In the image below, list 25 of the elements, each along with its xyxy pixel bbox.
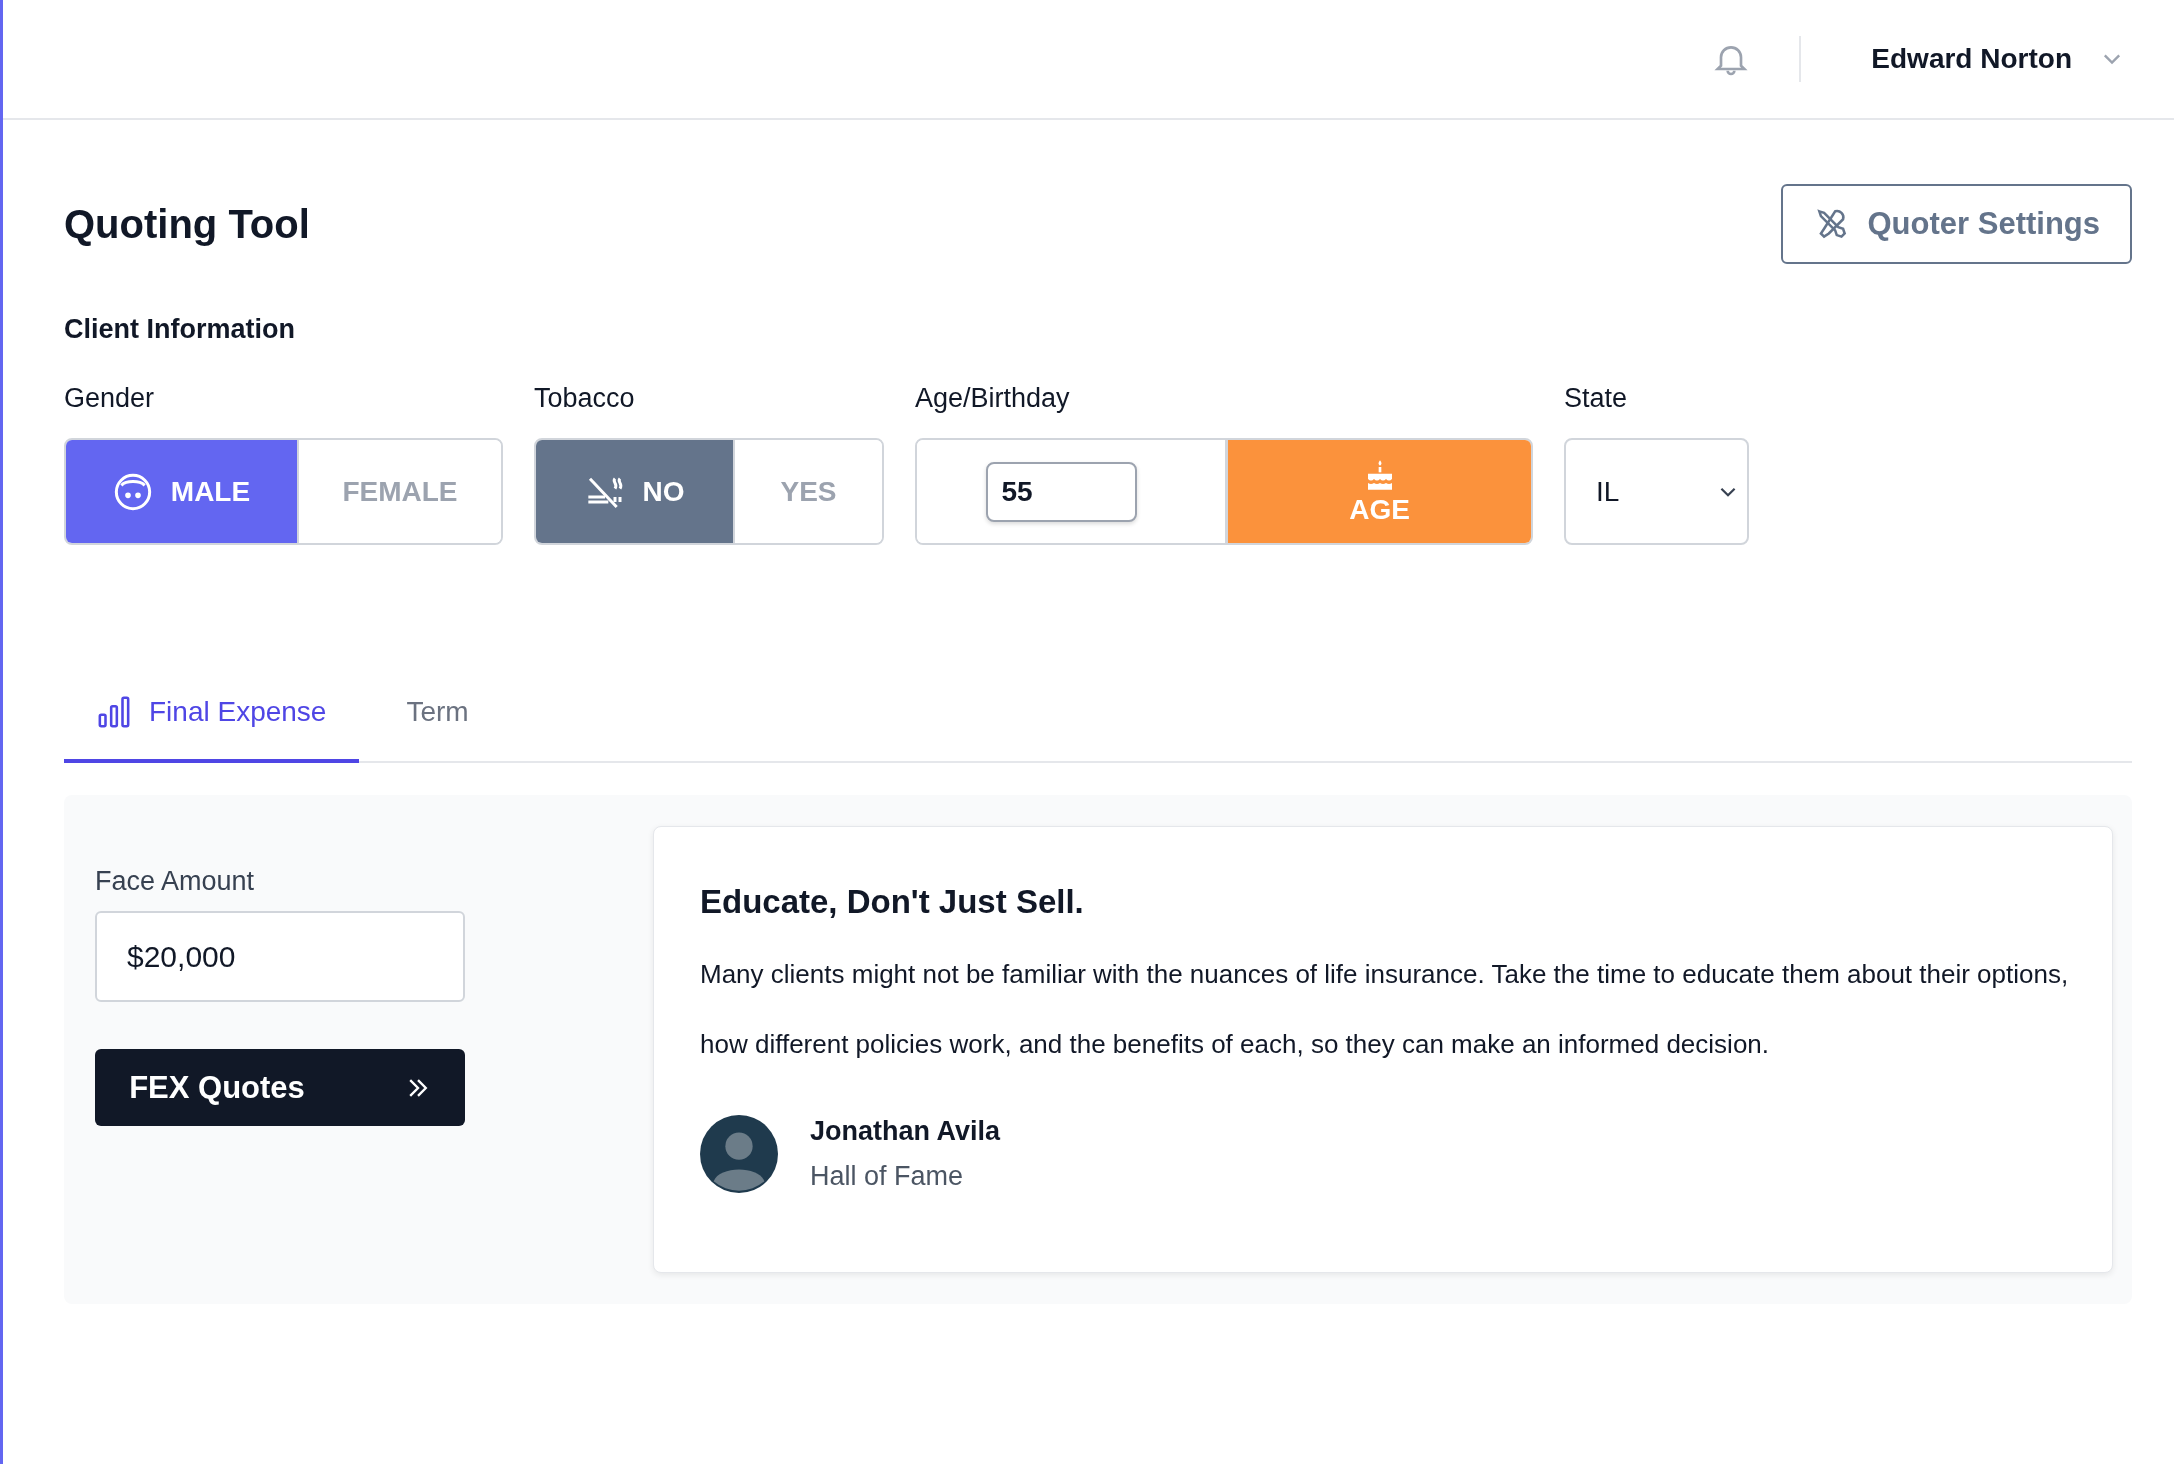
page-title: Quoting Tool: [64, 201, 310, 247]
user-name[interactable]: Edward Norton: [1871, 43, 2072, 75]
age-input[interactable]: 55: [985, 461, 1137, 522]
face-icon: [112, 471, 153, 512]
author-name: Jonathan Avila: [810, 1116, 1001, 1147]
bar-chart-icon: [97, 695, 131, 729]
face-amount-input[interactable]: $20,000: [95, 911, 465, 1002]
gender-option[interactable]: FEMALE: [297, 440, 501, 543]
tab[interactable]: Term: [373, 695, 502, 763]
gender-option[interactable]: MALE: [66, 440, 297, 543]
field-label: Face Amount: [95, 866, 256, 897]
author-title: Hall of Fame: [810, 1161, 965, 1192]
tobacco-option[interactable]: YES: [733, 440, 882, 543]
tip-title: Educate, Don't Just Sell.: [700, 883, 1085, 921]
field-label: State: [1564, 383, 1629, 414]
tobacco-option[interactable]: NO: [536, 440, 733, 543]
tip-text: Many clients might not be familiar with the nuances of life insurance. Take the time to educate them about their options, how different policies work, and the benefits of each, so they can make an informed decision.: [700, 958, 2070, 1061]
section-heading: Client Information: [64, 314, 296, 345]
quoter-settings-button[interactable]: Quoter Settings: [1781, 184, 2132, 264]
field-label: Gender: [64, 383, 156, 414]
state-select[interactable]: IL: [1564, 438, 1749, 545]
field-label: Tobacco: [534, 383, 636, 414]
fex-quotes-button[interactable]: FEX Quotes: [95, 1049, 465, 1126]
field-label: Age/Birthday: [915, 383, 1071, 414]
tab[interactable]: Final Expense: [64, 695, 360, 763]
